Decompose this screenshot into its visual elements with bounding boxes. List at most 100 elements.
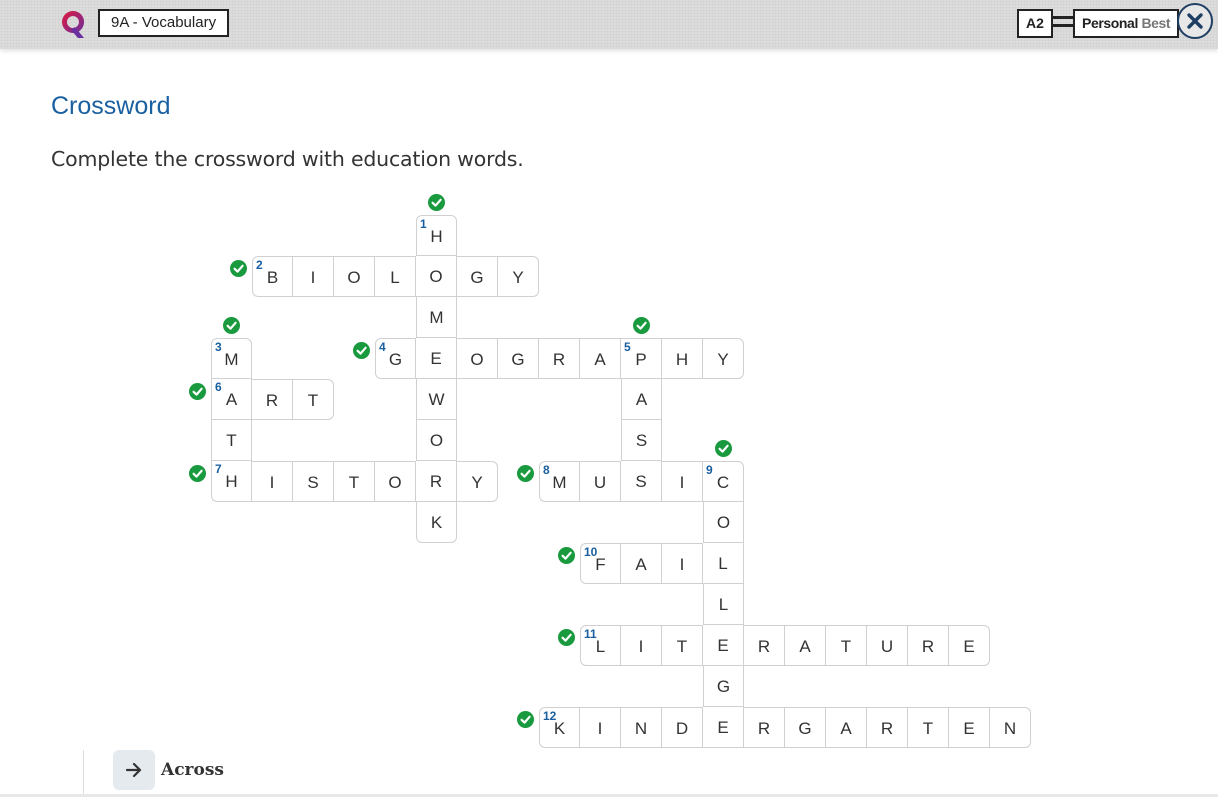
cell-letter: O [716,513,731,532]
crossword-cell[interactable]: L [703,584,744,625]
crossword-cell[interactable]: L 11 [580,625,621,666]
clue-number: 8 [543,463,550,477]
crossword-cell[interactable]: H [662,338,703,379]
app-logo-icon [62,11,85,38]
crossword-cell[interactable]: R [539,338,580,379]
divider [83,750,84,797]
correct-check-icon [558,629,575,646]
crossword-cell[interactable]: T [826,625,867,666]
crossword-cell[interactable]: E [703,625,744,666]
crossword-cell[interactable]: S [293,461,334,502]
crossword-cell[interactable]: E [416,338,457,379]
crossword-cell[interactable]: G [457,256,498,297]
crossword-cell[interactable]: E [703,707,744,748]
crossword-cell[interactable]: I [662,543,703,584]
crossword-cell[interactable]: A [785,625,826,666]
cell-letter: S [635,472,647,491]
close-icon [1187,13,1203,29]
crossword-cell[interactable]: G4 [375,338,416,379]
crossword-cell[interactable]: K [416,502,457,543]
crossword-cell[interactable]: Y [498,256,539,297]
crossword-cell[interactable]: G [703,666,744,707]
crossword-cell[interactable]: D [662,707,703,748]
clue-number: 4 [379,340,386,354]
crossword-cell[interactable]: H7 [211,461,252,502]
crossword-cell[interactable]: O [457,338,498,379]
crossword-cell[interactable]: M8 [539,461,580,502]
crossword-cell[interactable]: T [211,420,252,461]
cell-letter: E [717,636,729,655]
crossword-cell[interactable]: I [580,707,621,748]
crossword-cell[interactable]: N [990,707,1031,748]
crossword-cell[interactable]: E [949,707,990,748]
crossword-cell[interactable]: S [621,420,662,461]
cell-letter: D [675,719,689,738]
crossword-cell[interactable]: M3 [211,338,252,379]
crossword-cell[interactable]: M [416,297,457,338]
crossword-cell[interactable]: O [416,256,457,297]
crossword-cell[interactable]: A [621,379,662,420]
crossword-cell[interactable]: A [580,338,621,379]
cell-letter: S [307,473,319,492]
crossword-cell[interactable]: E [949,625,990,666]
crossword-cell[interactable]: H1 [416,215,457,256]
crossword-cell[interactable]: I [621,625,662,666]
across-clues-button[interactable] [113,750,155,790]
crossword-grid: H1OMEWORKB2IOLGYM3A6TH7G4OGRAP5HYASSRTIS… [0,0,1218,797]
crossword-cell[interactable]: O [703,502,744,543]
cell-letter: Y [471,473,483,492]
cell-letter: R [265,391,279,410]
crossword-cell[interactable]: R [908,625,949,666]
cell-letter: Y [512,268,524,287]
cell-letter: O [429,267,443,286]
clue-number: 7 [215,462,222,476]
close-button[interactable] [1177,3,1213,39]
crossword-cell[interactable]: L [703,543,744,584]
cell-letter: R [921,637,935,656]
crossword-cell[interactable]: F 10 [580,543,621,584]
crossword-cell[interactable]: N [621,707,662,748]
crossword-cell[interactable]: K 12 [539,707,580,748]
crossword-cell[interactable]: W [416,379,457,420]
crossword-cell[interactable]: R [744,707,785,748]
crossword-cell[interactable]: Y [703,338,744,379]
brand-name-part2: Best [1141,15,1171,31]
crossword-cell[interactable]: O [416,420,457,461]
crossword-cell[interactable]: G [785,707,826,748]
cell-letter: E [963,719,975,738]
crossword-cell[interactable]: L [375,256,416,297]
correct-check-icon [230,260,247,277]
crossword-cell[interactable]: U [580,461,621,502]
crossword-cell[interactable]: I [293,256,334,297]
crossword-cell[interactable]: O [375,461,416,502]
crossword-cell[interactable]: T [908,707,949,748]
crossword-cell[interactable]: R [416,461,457,502]
crossword-cell[interactable]: I [252,461,293,502]
crossword-cell[interactable]: B2 [252,256,293,297]
crossword-cell[interactable]: A [621,543,662,584]
crossword-cell[interactable]: R [867,707,908,748]
crossword-cell[interactable]: U [867,625,908,666]
cell-letter: L [718,554,728,573]
crossword-cell[interactable]: R [252,379,293,420]
cell-letter: I [638,637,644,656]
unit-title[interactable]: 9A - Vocabulary [98,9,230,37]
crossword-cell[interactable]: A6 [211,379,252,420]
cell-letter: K [430,513,443,532]
crossword-cell[interactable]: T [334,461,375,502]
crossword-cell[interactable]: S [621,461,662,502]
crossword-cell[interactable]: A [826,707,867,748]
crossword-cell[interactable]: T [662,625,703,666]
crossword-cell[interactable]: T [293,379,334,420]
crossword-cell[interactable]: Y [457,461,498,502]
crossword-cell[interactable]: G [498,338,539,379]
crossword-cell[interactable]: I [662,461,703,502]
crossword-cell[interactable]: R [744,625,785,666]
clue-number: 11 [584,627,597,641]
cell-letter: L [390,268,400,287]
crossword-cell[interactable]: O [334,256,375,297]
correct-check-icon [223,317,240,334]
correct-check-icon [428,194,445,211]
crossword-cell[interactable]: P5 [621,338,662,379]
crossword-cell[interactable]: C9 [703,461,744,502]
